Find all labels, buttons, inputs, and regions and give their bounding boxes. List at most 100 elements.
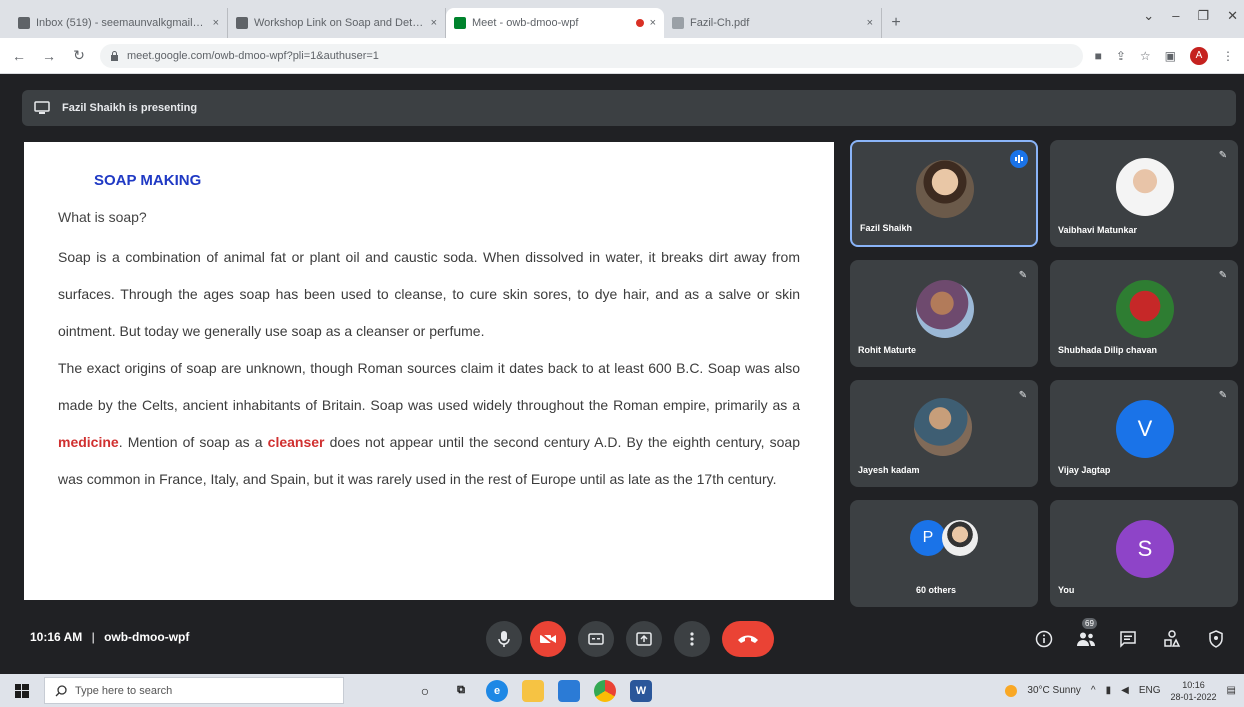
toolbar-icons: ■ ⇪ ☆ ▣ A ⋮ <box>1095 46 1234 65</box>
meeting-info-button[interactable] <box>1032 627 1056 651</box>
chrome-icon[interactable] <box>594 679 616 702</box>
store-icon[interactable] <box>558 679 580 702</box>
avatar: S <box>1116 520 1174 578</box>
gmail-icon <box>236 17 248 29</box>
lock-icon <box>111 51 118 61</box>
participant-tile-others[interactable]: P 60 others <box>850 500 1038 607</box>
minimize-icon[interactable]: – <box>1172 8 1179 24</box>
notification-icon[interactable]: ▤ <box>1227 685 1236 696</box>
mic-button[interactable] <box>486 621 522 657</box>
participant-tile-shubhada[interactable]: ✎ Shubhada Dilip chavan <box>1050 260 1238 367</box>
host-controls-button[interactable] <box>1204 627 1228 651</box>
meet-control-bar: 10:16 AM | owb-dmoo-wpf 69 <box>0 600 1244 674</box>
meeting-code: owb-dmoo-wpf <box>104 630 190 644</box>
screen: Inbox (519) - seemaunvalkgmail.com × Wor… <box>0 0 1244 707</box>
people-count-badge: 69 <box>1082 618 1097 629</box>
tab-pdf[interactable]: Fazil-Ch.pdf × <box>664 8 882 38</box>
cortana-icon[interactable]: ○ <box>414 680 436 702</box>
network-icon[interactable]: ▮ <box>1106 685 1112 696</box>
word-icon[interactable]: W <box>630 679 652 702</box>
presenting-text: Fazil Shaikh is presenting <box>62 102 198 114</box>
participant-name: 60 others <box>916 585 957 595</box>
weather-text[interactable]: 30°C Sunny <box>1027 685 1080 696</box>
people-button[interactable]: 69 <box>1074 618 1098 651</box>
participant-tile-jayesh[interactable]: ✎ Jayesh kadam <box>850 380 1038 487</box>
system-tray: 30°C Sunny ^ ▮ ◀ ENG 10:16 28-01-2022 ▤ <box>1005 674 1236 707</box>
activities-button[interactable] <box>1160 627 1184 651</box>
separator: | <box>91 630 95 644</box>
search-icon <box>55 684 67 696</box>
camera-icon[interactable]: ■ <box>1095 49 1102 63</box>
share-icon[interactable]: ⇪ <box>1116 49 1126 63</box>
mic-off-icon: ✎ <box>1018 269 1028 281</box>
reload-icon[interactable]: ↻ <box>70 47 88 64</box>
more-vert-icon <box>690 632 694 646</box>
participant-name: You <box>1058 585 1075 595</box>
volume-icon[interactable]: ◀ <box>1121 685 1129 696</box>
camera-off-button[interactable] <box>530 621 566 657</box>
participant-tile-fazil[interactable]: Fazil Shaikh <box>850 140 1038 247</box>
profile-avatar[interactable]: A <box>1190 46 1208 65</box>
present-button[interactable] <box>626 621 662 657</box>
info-icon <box>1035 630 1053 648</box>
mic-icon <box>498 631 510 647</box>
chat-icon <box>1120 631 1136 648</box>
close-icon[interactable]: × <box>431 17 437 29</box>
tab-gmail[interactable]: Inbox (519) - seemaunvalkgmail.com × <box>10 8 228 38</box>
participant-tile-you[interactable]: S You <box>1050 500 1238 607</box>
tab-search-icon[interactable]: ⌄ <box>1143 8 1154 24</box>
weather-icon <box>1005 684 1018 697</box>
edge-icon[interactable]: e <box>486 679 508 702</box>
meet-window: Fazil Shaikh is presenting SOAP MAKING W… <box>0 74 1244 674</box>
chat-button[interactable] <box>1116 627 1140 651</box>
mic-off-icon: ✎ <box>1218 149 1228 161</box>
taskbar-apps: ○ ⧉ e W <box>414 679 652 702</box>
avatar <box>916 280 974 338</box>
chevron-up-icon[interactable]: ^ <box>1091 685 1096 696</box>
taskbar-clock[interactable]: 10:16 28-01-2022 <box>1171 679 1217 703</box>
leave-call-button[interactable] <box>722 621 774 657</box>
present-icon <box>636 632 652 646</box>
text-run: . Mention of soap as a <box>118 434 268 450</box>
clock-date: 28-01-2022 <box>1170 691 1217 702</box>
close-icon[interactable]: × <box>213 17 219 29</box>
new-tab-button[interactable]: + <box>882 8 910 38</box>
shield-lock-icon <box>1209 630 1223 648</box>
browser-tab-strip: Inbox (519) - seemaunvalkgmail.com × Wor… <box>0 0 1244 38</box>
avatar <box>914 398 972 456</box>
tab-title: Meet - owb-dmoo-wpf <box>472 17 579 29</box>
participant-name: Shubhada Dilip chavan <box>1058 345 1158 355</box>
captions-button[interactable] <box>578 621 614 657</box>
close-icon[interactable]: × <box>650 17 656 29</box>
file-explorer-icon[interactable] <box>522 679 544 702</box>
tab-workshop[interactable]: Workshop Link on Soap and Detergent × <box>228 8 446 38</box>
tab-meet[interactable]: Meet - owb-dmoo-wpf × <box>446 8 664 38</box>
forward-icon[interactable]: → <box>40 48 58 64</box>
back-icon[interactable]: ← <box>10 48 28 64</box>
taskbar-search-box[interactable]: Type here to search <box>44 677 344 704</box>
participant-tile-rohit[interactable]: ✎ Rohit Maturte <box>850 260 1038 367</box>
text-run: The exact origins of soap are unknown, t… <box>58 360 800 413</box>
activities-icon <box>1164 630 1181 647</box>
slide-paragraph-1: Soap is a combination of animal fat or p… <box>58 249 800 339</box>
task-view-icon[interactable]: ⧉ <box>450 680 472 702</box>
close-icon[interactable]: × <box>867 17 873 29</box>
recording-icon <box>635 19 644 27</box>
extension-icon[interactable]: ▣ <box>1165 49 1176 63</box>
more-options-button[interactable] <box>674 621 710 657</box>
gmail-icon <box>18 17 30 29</box>
bookmark-star-icon[interactable]: ☆ <box>1140 49 1151 63</box>
menu-icon[interactable]: ⋮ <box>1222 49 1234 63</box>
start-button[interactable] <box>0 674 44 707</box>
windows-logo-icon <box>15 683 29 698</box>
participant-tile-vaibhavi[interactable]: ✎ Vaibhavi Matunkar <box>1050 140 1238 247</box>
tab-title: Workshop Link on Soap and Detergent <box>254 17 425 29</box>
browser-toolbar: ← → ↻ meet.google.com/owb-dmoo-wpf?pli=1… <box>0 38 1244 74</box>
highlight-cleanser: cleanser <box>267 434 325 450</box>
participant-tile-vijay[interactable]: V ✎ Vijay Jagtap <box>1050 380 1238 487</box>
slide-paragraph-2: The exact origins of soap are unknown, t… <box>58 350 800 498</box>
close-window-icon[interactable]: ✕ <box>1227 8 1238 24</box>
language-indicator[interactable]: ENG <box>1139 685 1161 696</box>
restore-icon[interactable]: ❐ <box>1197 8 1209 24</box>
address-bar[interactable]: meet.google.com/owb-dmoo-wpf?pli=1&authu… <box>100 43 1083 68</box>
